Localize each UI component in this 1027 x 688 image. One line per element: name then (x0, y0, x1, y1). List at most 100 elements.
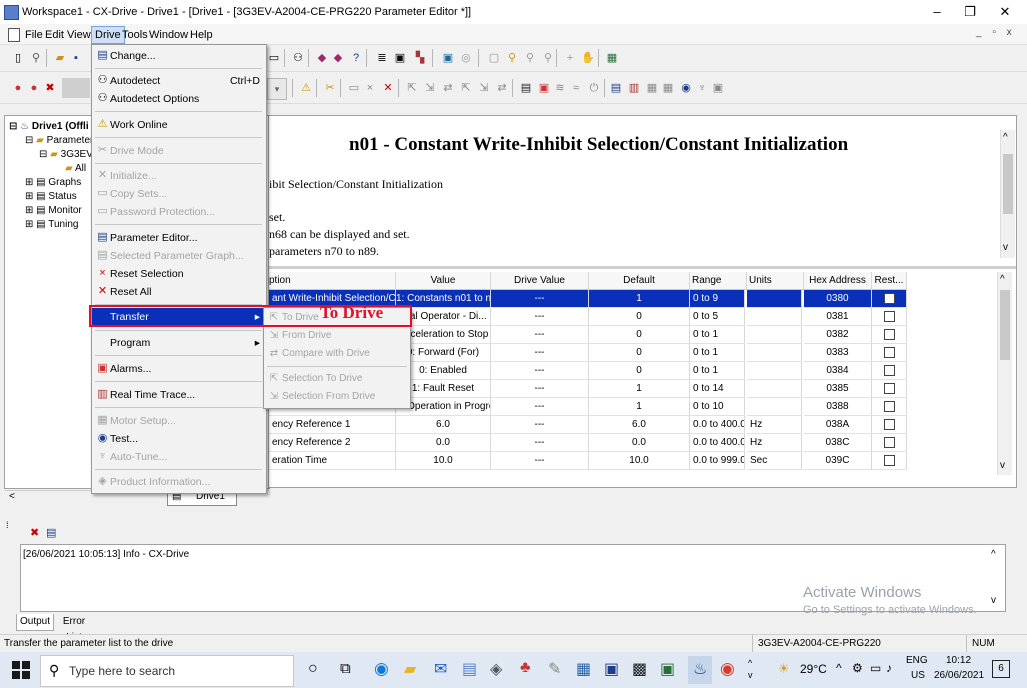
trace-icon[interactable]: ≋ (552, 80, 568, 96)
power-icon[interactable]: ⏻ (586, 80, 602, 96)
restore-checkbox[interactable] (883, 310, 895, 322)
alarm-icon[interactable]: ▣ (536, 80, 552, 96)
transfer-from-icon[interactable]: ⇲ (422, 80, 438, 96)
drive-combo[interactable] (62, 78, 90, 98)
zoom-in-icon[interactable]: ⚲ (504, 50, 520, 66)
help-icon[interactable]: ? (348, 50, 364, 66)
tree-graphs[interactable]: ⊞ ▤ Graphs (25, 176, 81, 190)
scroll-up-icon[interactable]: ^ (1000, 274, 1005, 285)
col-description[interactable]: ption (269, 272, 396, 290)
app-icon-4[interactable]: ✎ (548, 659, 561, 679)
mail-icon[interactable]: ✉ (434, 659, 447, 679)
menu-help[interactable]: Help (187, 27, 216, 43)
tab-error-list[interactable]: Error List (54, 614, 94, 643)
task-view-icon[interactable]: ⧉ (340, 660, 351, 677)
menu-view[interactable]: View (64, 27, 94, 43)
menu-item-alarms[interactable]: ▣ Alarms... (92, 360, 266, 378)
tray-up-icon[interactable]: ^ (836, 661, 842, 675)
menu-item-reset-all[interactable]: ✕ Reset All (92, 283, 266, 301)
submenu-item-selection-from-drive[interactable]: ⇲ Selection From Drive (264, 388, 410, 406)
submenu-item-compare[interactable]: ⇄ Compare with Drive (264, 345, 410, 363)
menu-item-parameter-editor[interactable]: ▤ Parameter Editor... (92, 229, 266, 247)
splitter[interactable] (269, 266, 1016, 269)
pin-icon[interactable]: ⁞ (6, 520, 14, 532)
tray-monitor-icon[interactable]: ▭ (870, 661, 881, 675)
scroll-down-icon[interactable]: v (1000, 460, 1005, 471)
online-icon[interactable]: ● (26, 80, 42, 96)
cell-value[interactable]: 10.0 (396, 452, 491, 470)
transfer-to-icon[interactable]: ⇱ (404, 80, 420, 96)
menu-item-auto-tune[interactable]: ♆ Auto-Tune... (92, 448, 266, 466)
lang-line1[interactable]: ENG (906, 655, 928, 666)
col-value[interactable]: Value (396, 272, 491, 290)
word-icon[interactable]: ▣ (604, 659, 619, 679)
program-icon[interactable]: ▤ (518, 80, 534, 96)
app-icon-3[interactable]: ♣ (520, 659, 531, 677)
edge-icon[interactable]: ◉ (374, 659, 389, 679)
menu-item-change[interactable]: ▤ Change... (92, 47, 266, 65)
restore-checkbox[interactable] (883, 436, 895, 448)
restore-checkbox[interactable] (883, 418, 895, 430)
compare-icon[interactable]: ⇄ (440, 80, 456, 96)
zoom-out-icon[interactable]: ⚲ (522, 50, 538, 66)
crosshair-icon[interactable]: + (562, 50, 578, 66)
app-icon-7[interactable]: ▣ (660, 659, 675, 679)
scroll-left-icon[interactable]: < (9, 491, 15, 502)
hand-icon[interactable]: ✋ (580, 50, 596, 66)
scroll-down-icon[interactable]: v (991, 595, 996, 606)
windows-start-icon[interactable] (12, 661, 30, 679)
clear-output-icon[interactable]: ✖ (30, 526, 39, 539)
table-row[interactable]: ency Reference 1 6.0 --- 6.0 0.0 to 400.0 Hz 0… (269, 416, 907, 434)
restore-checkbox[interactable] (883, 364, 895, 376)
monitor-icon[interactable]: ▣ (440, 50, 456, 66)
save-icon[interactable]: ▪ (68, 50, 84, 66)
scroll-up-icon[interactable]: ^ (991, 549, 996, 560)
menu-item-reset-selection[interactable]: × Reset Selection (92, 265, 266, 283)
disconnect-icon[interactable]: ✖ (42, 80, 58, 96)
restore-checkbox[interactable] (883, 382, 895, 394)
combo-dropdown-icon[interactable]: ▾ (267, 78, 287, 100)
menu-item-password[interactable]: ▭ Password Protection... (92, 203, 266, 221)
network-icon[interactable]: ◎ (458, 50, 474, 66)
tree-parameters[interactable]: ⊟ ▰ Parameter (25, 134, 93, 148)
cx-drive-taskbar-button[interactable]: ♨ (688, 656, 712, 684)
volume-icon[interactable]: ♪ (886, 661, 892, 675)
col-drive-value[interactable]: Drive Value (491, 272, 589, 290)
col-default[interactable]: Default (589, 272, 690, 290)
sel-to-icon[interactable]: ⇱ (458, 80, 474, 96)
scroll-up-icon[interactable]: ^ (1003, 132, 1008, 143)
cell-value[interactable]: 6.0 (396, 416, 491, 434)
close-button[interactable]: ✕ (987, 0, 1023, 24)
find-icon[interactable]: ⚲ (28, 50, 44, 66)
clock-time[interactable]: 10:12 (946, 655, 971, 666)
zoom-small-icon[interactable]: ⚲ (540, 50, 556, 66)
clock-date[interactable]: 26/06/2021 (934, 670, 984, 681)
taskbar-search[interactable]: ⚲ Type here to search (40, 655, 294, 687)
binoculars-icon[interactable]: ⚇ (290, 50, 306, 66)
graph-icon[interactable]: ▥ (626, 80, 642, 96)
menu-item-work-online[interactable]: ⚠ Work Online (92, 116, 266, 134)
connect-icon[interactable]: ● (10, 80, 26, 96)
minimize-button[interactable]: – (919, 0, 955, 24)
submenu-item-from-drive[interactable]: ⇲ From Drive (264, 327, 410, 345)
temperature[interactable]: 29°C (800, 662, 827, 676)
cortana-icon[interactable]: ○ (308, 660, 318, 678)
restore-checkbox[interactable] (883, 454, 895, 466)
warning-icon[interactable]: ⚠ (298, 80, 314, 96)
tree-tuning[interactable]: ⊞ ▤ Tuning (25, 218, 78, 232)
app-icon-5[interactable]: ▦ (576, 659, 591, 679)
menu-window[interactable]: Window (146, 27, 191, 43)
file-explorer-icon[interactable]: ▰ (404, 659, 416, 679)
maximize-button[interactable]: ❐ (952, 0, 988, 24)
cell-value[interactable]: 0.0 (396, 434, 491, 452)
scope-icon[interactable]: ≈ (568, 80, 584, 96)
window-icon[interactable]: ▚ (412, 50, 428, 66)
table-row[interactable]: ency Reference 2 0.0 --- 0.0 0.0 to 400.0 Hz 0… (269, 434, 907, 452)
restore-checkbox[interactable] (883, 400, 895, 412)
menu-item-selected-graph[interactable]: ▤ Selected Parameter Graph... (92, 247, 266, 265)
restore-checkbox[interactable] (883, 292, 895, 304)
col-hex-address[interactable]: Hex Address (804, 272, 872, 290)
zoom-box-icon[interactable]: ▢ (486, 50, 502, 66)
col-range[interactable]: Range (690, 272, 747, 290)
chart-icon[interactable]: ▦ (644, 80, 660, 96)
